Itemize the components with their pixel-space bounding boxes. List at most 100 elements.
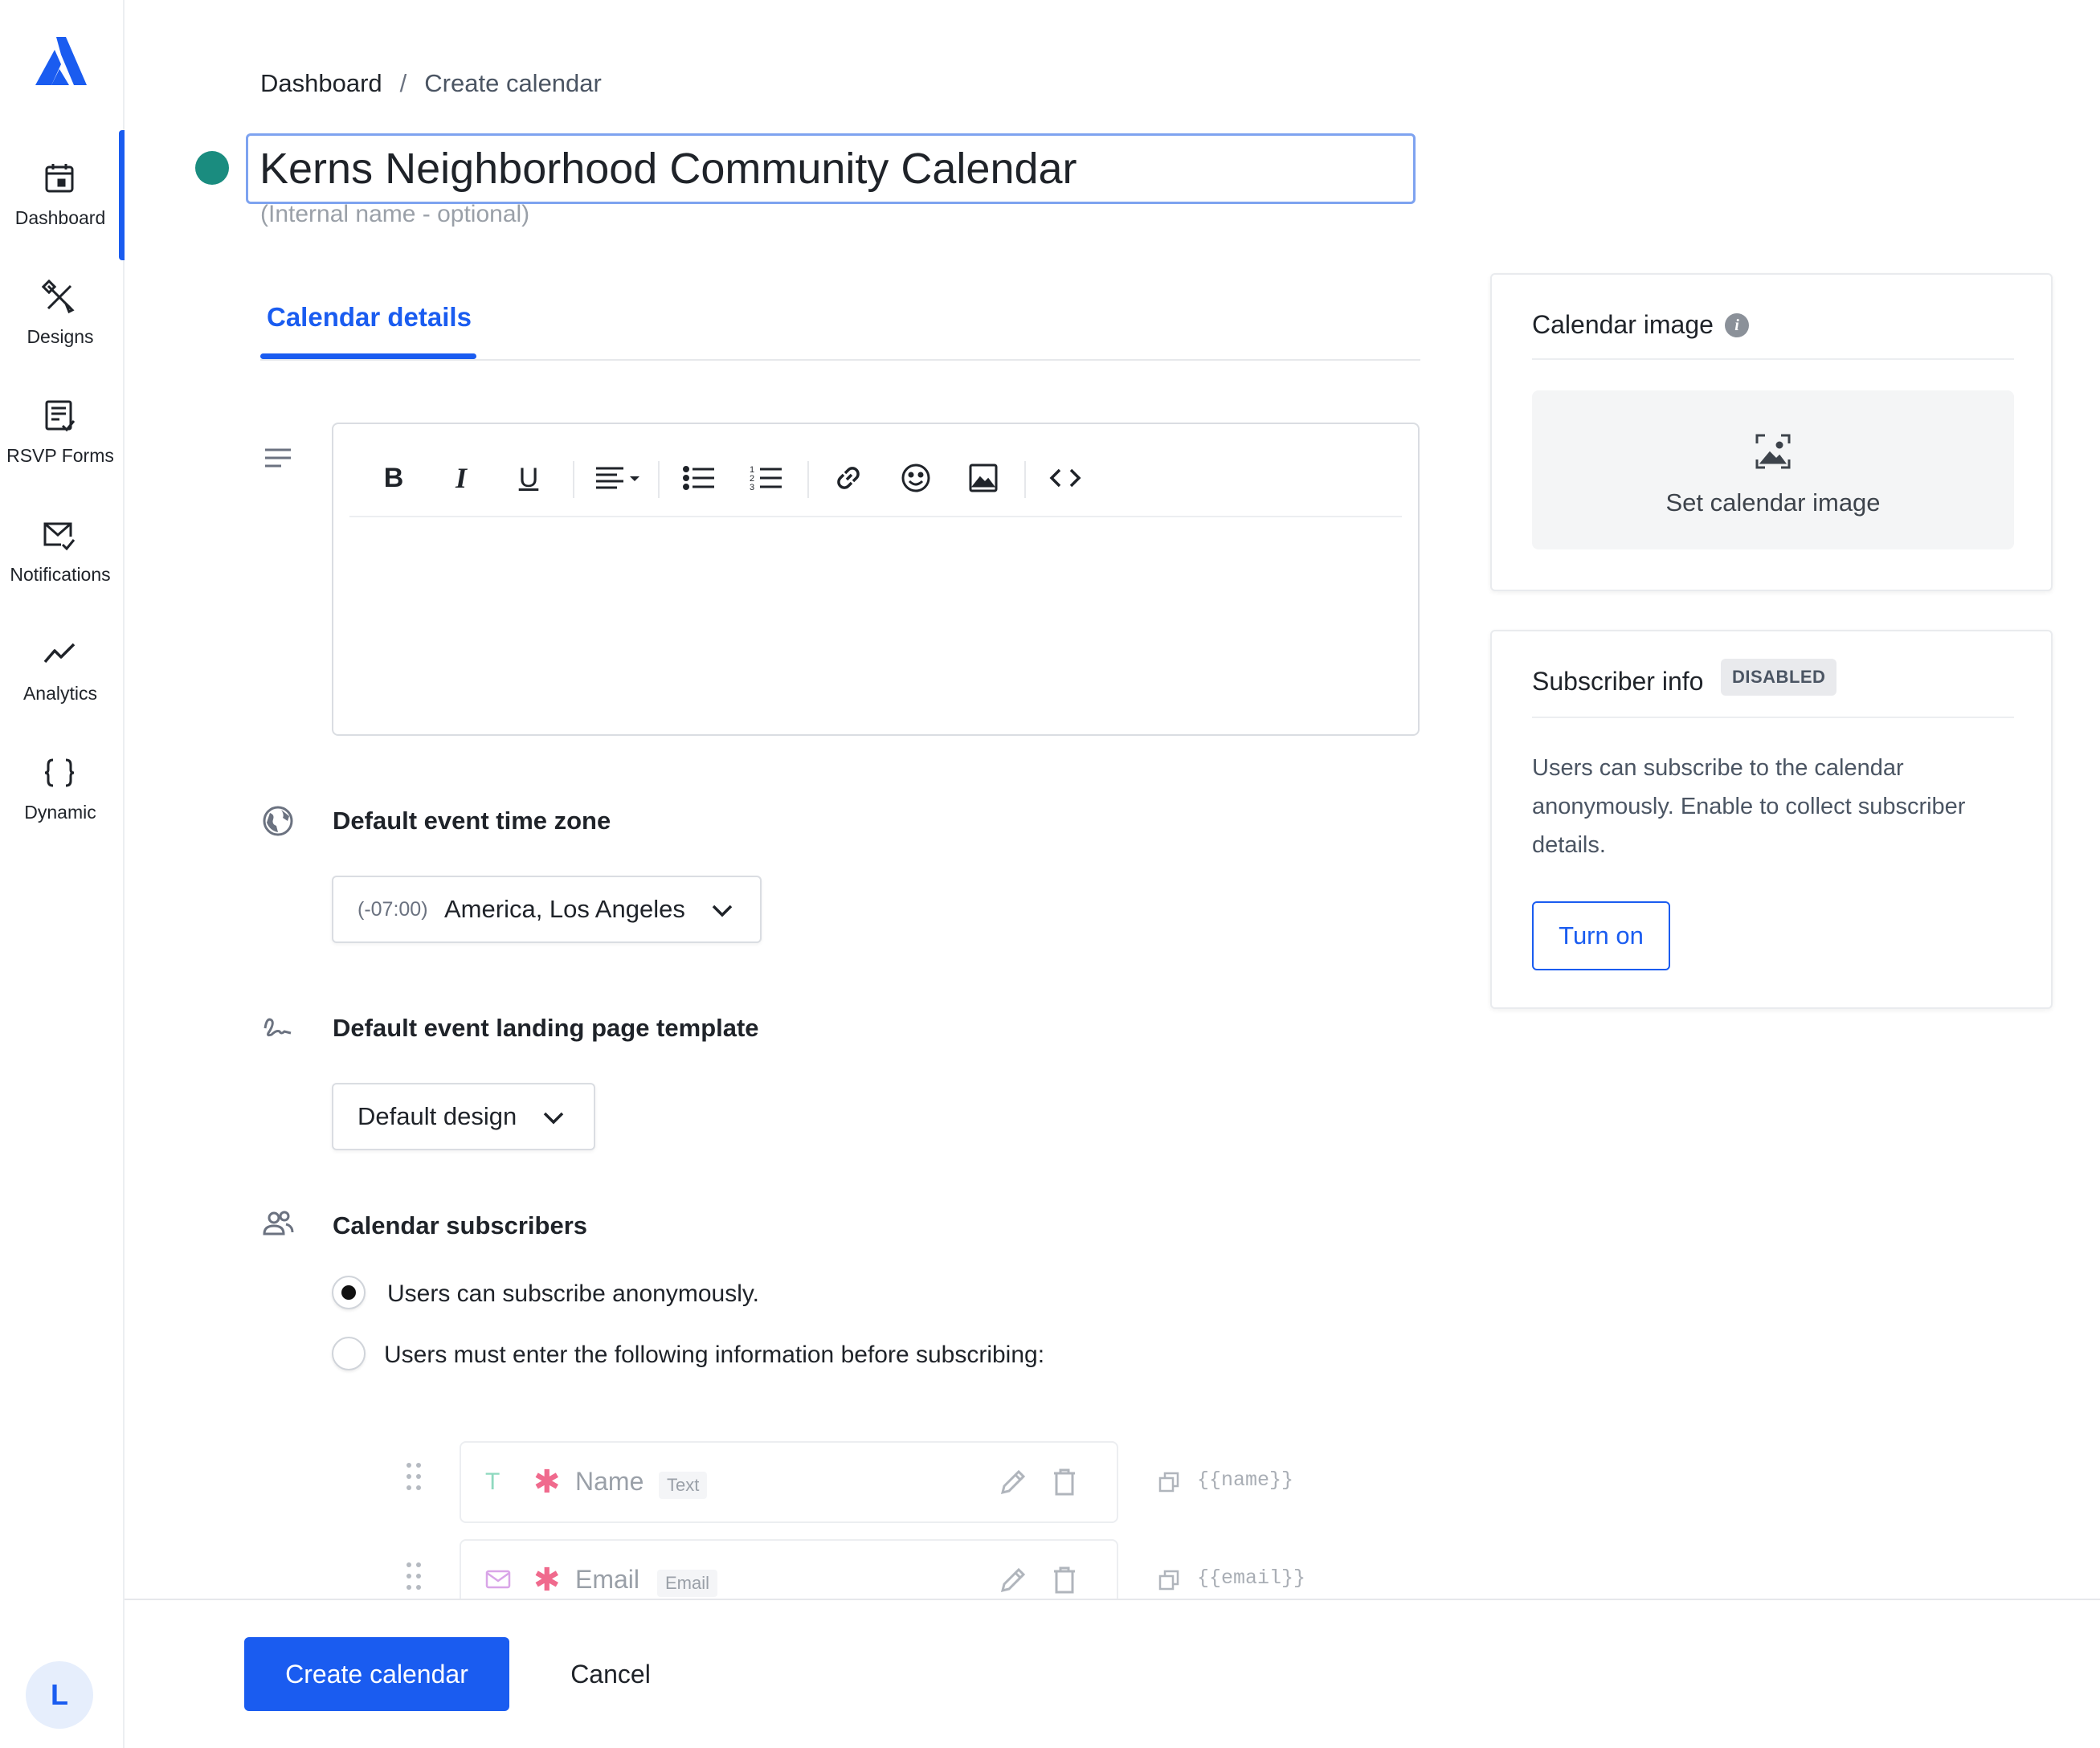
pencil-icon[interactable]	[998, 1565, 1028, 1595]
trash-icon[interactable]	[1049, 1467, 1080, 1497]
description-icon	[265, 448, 291, 468]
merge-tag: {{name}}	[1197, 1468, 1294, 1492]
link-button[interactable]	[828, 458, 868, 498]
radio-label-anonymous[interactable]: Users can subscribe anonymously.	[387, 1280, 759, 1308]
sidebar-item-analytics[interactable]: Analytics	[0, 636, 121, 733]
drag-handle-icon[interactable]	[404, 1460, 423, 1493]
sidebar-item-label: Analytics	[22, 683, 98, 704]
brand-logo-icon[interactable]	[32, 34, 88, 90]
info-icon[interactable]: i	[1725, 313, 1749, 337]
align-left-icon	[596, 467, 639, 489]
radio-subscribe-required-info[interactable]	[332, 1337, 366, 1370]
italic-button[interactable]: I	[441, 458, 481, 498]
turn-on-button[interactable]: Turn on	[1532, 901, 1670, 970]
toolbar-separator	[658, 461, 660, 498]
footer-action-bar: Create calendar Cancel	[125, 1599, 2100, 1748]
analytics-icon	[43, 643, 76, 664]
status-dot	[195, 151, 229, 185]
timezone-heading: Default event time zone	[333, 807, 611, 835]
link-icon	[837, 467, 860, 489]
subscriber-info-description: Users can subscribe to the calendar anon…	[1532, 755, 1966, 858]
bold-button[interactable]: B	[374, 458, 414, 498]
sidebar-item-label: RSVP Forms	[6, 445, 114, 466]
text-type-icon: T	[485, 1468, 500, 1495]
calendar-title-input[interactable]	[246, 133, 1416, 204]
copy-icon[interactable]	[1157, 1470, 1181, 1494]
chevron-down-icon	[543, 1112, 564, 1125]
underline-button[interactable]: U	[509, 458, 549, 498]
field-name: Name	[575, 1467, 644, 1496]
avatar[interactable]: L	[26, 1661, 93, 1729]
code-icon	[1049, 468, 1081, 488]
sidebar-item-rsvp-forms[interactable]: RSVP Forms	[0, 398, 121, 495]
emoji-button[interactable]	[896, 458, 936, 498]
status-badge: DISABLED	[1721, 659, 1837, 696]
radio-label-required-info[interactable]: Users must enter the following informati…	[384, 1342, 1044, 1369]
set-calendar-image-label: Set calendar image	[1665, 488, 1881, 517]
subscriber-info-card: Subscriber info DISABLED Users can subsc…	[1490, 630, 2053, 1009]
numbered-list-icon: 1 2 3	[750, 465, 782, 492]
image-button[interactable]	[963, 458, 1003, 498]
drag-handle-icon[interactable]	[404, 1560, 423, 1592]
tab-calendar-details[interactable]: Calendar details	[267, 302, 472, 333]
field-name: Email	[575, 1565, 640, 1594]
sidebar: Dashboard Designs RSVP Forms Notificatio…	[0, 0, 125, 1748]
svg-text:3: 3	[750, 483, 754, 492]
signature-icon	[264, 1018, 292, 1037]
cancel-button[interactable]: Cancel	[550, 1637, 671, 1711]
trash-icon[interactable]	[1049, 1565, 1080, 1595]
breadcrumb-current: Create calendar	[424, 69, 602, 97]
numbered-list-button[interactable]: 1 2 3	[746, 458, 786, 498]
sidebar-item-label: Designs	[27, 326, 94, 347]
field-type-badge: Text	[659, 1472, 708, 1499]
radio-subscribe-anonymous[interactable]	[332, 1276, 366, 1309]
sidebar-item-dynamic[interactable]: Dynamic	[0, 755, 121, 852]
template-value: Default design	[357, 1102, 517, 1130]
required-asterisk-icon: ✱	[533, 1562, 561, 1598]
sidebar-item-designs[interactable]: Designs	[0, 280, 121, 376]
internal-name-field[interactable]: (Internal name - optional)	[260, 201, 529, 228]
sidebar-item-dashboard[interactable]: Dashboard	[0, 161, 121, 257]
tab-active-underline	[260, 353, 476, 359]
description-editor[interactable]: B I U 1 2 3	[332, 423, 1420, 736]
card-title: Calendar image	[1532, 310, 1714, 339]
users-icon	[263, 1211, 294, 1235]
card-divider	[1532, 358, 2014, 360]
image-placeholder-icon	[1755, 434, 1791, 469]
editor-content-area[interactable]	[349, 529, 1402, 721]
card-title: Subscriber info	[1532, 667, 1704, 696]
subscribers-heading: Calendar subscribers	[333, 1211, 588, 1240]
active-indicator	[119, 130, 125, 260]
merge-tag: {{email}}	[1197, 1566, 1306, 1590]
breadcrumb-separator: /	[399, 69, 407, 97]
pencil-icon[interactable]	[998, 1467, 1028, 1497]
timezone-select[interactable]: (-07:00) America, Los Angeles	[332, 876, 762, 943]
subscriber-field-row: T ✱ Name Text	[460, 1441, 1118, 1523]
create-calendar-button[interactable]: Create calendar	[244, 1637, 509, 1711]
toolbar-separator	[1024, 461, 1026, 498]
timezone-value: America, Los Angeles	[444, 895, 685, 923]
bullet-list-button[interactable]	[679, 458, 719, 498]
timezone-offset: (-07:00)	[357, 898, 428, 921]
calendar-icon	[45, 164, 74, 193]
align-button[interactable]	[590, 458, 647, 498]
underline-icon: U	[518, 462, 539, 493]
sidebar-item-label: Dynamic	[24, 802, 96, 823]
breadcrumb-home[interactable]: Dashboard	[260, 69, 382, 97]
code-button[interactable]	[1045, 458, 1085, 498]
toolbar-separator	[807, 461, 809, 498]
globe-icon	[263, 806, 293, 836]
bold-icon: B	[383, 462, 404, 493]
field-type-badge: Email	[657, 1570, 718, 1597]
chevron-down-icon	[712, 905, 733, 917]
sidebar-item-notifications[interactable]: Notifications	[0, 517, 121, 614]
template-select[interactable]: Default design	[332, 1083, 595, 1150]
set-calendar-image-button[interactable]: Set calendar image	[1532, 390, 2014, 549]
copy-icon[interactable]	[1157, 1568, 1181, 1592]
calendar-image-card: Calendar image i Set calendar image	[1490, 273, 2053, 591]
breadcrumb: Dashboard / Create calendar	[260, 69, 602, 98]
form-icon	[45, 400, 76, 432]
italic-icon: I	[455, 462, 467, 494]
editor-toolbar: B I U 1 2 3	[349, 440, 1402, 517]
toolbar-separator	[573, 461, 574, 498]
